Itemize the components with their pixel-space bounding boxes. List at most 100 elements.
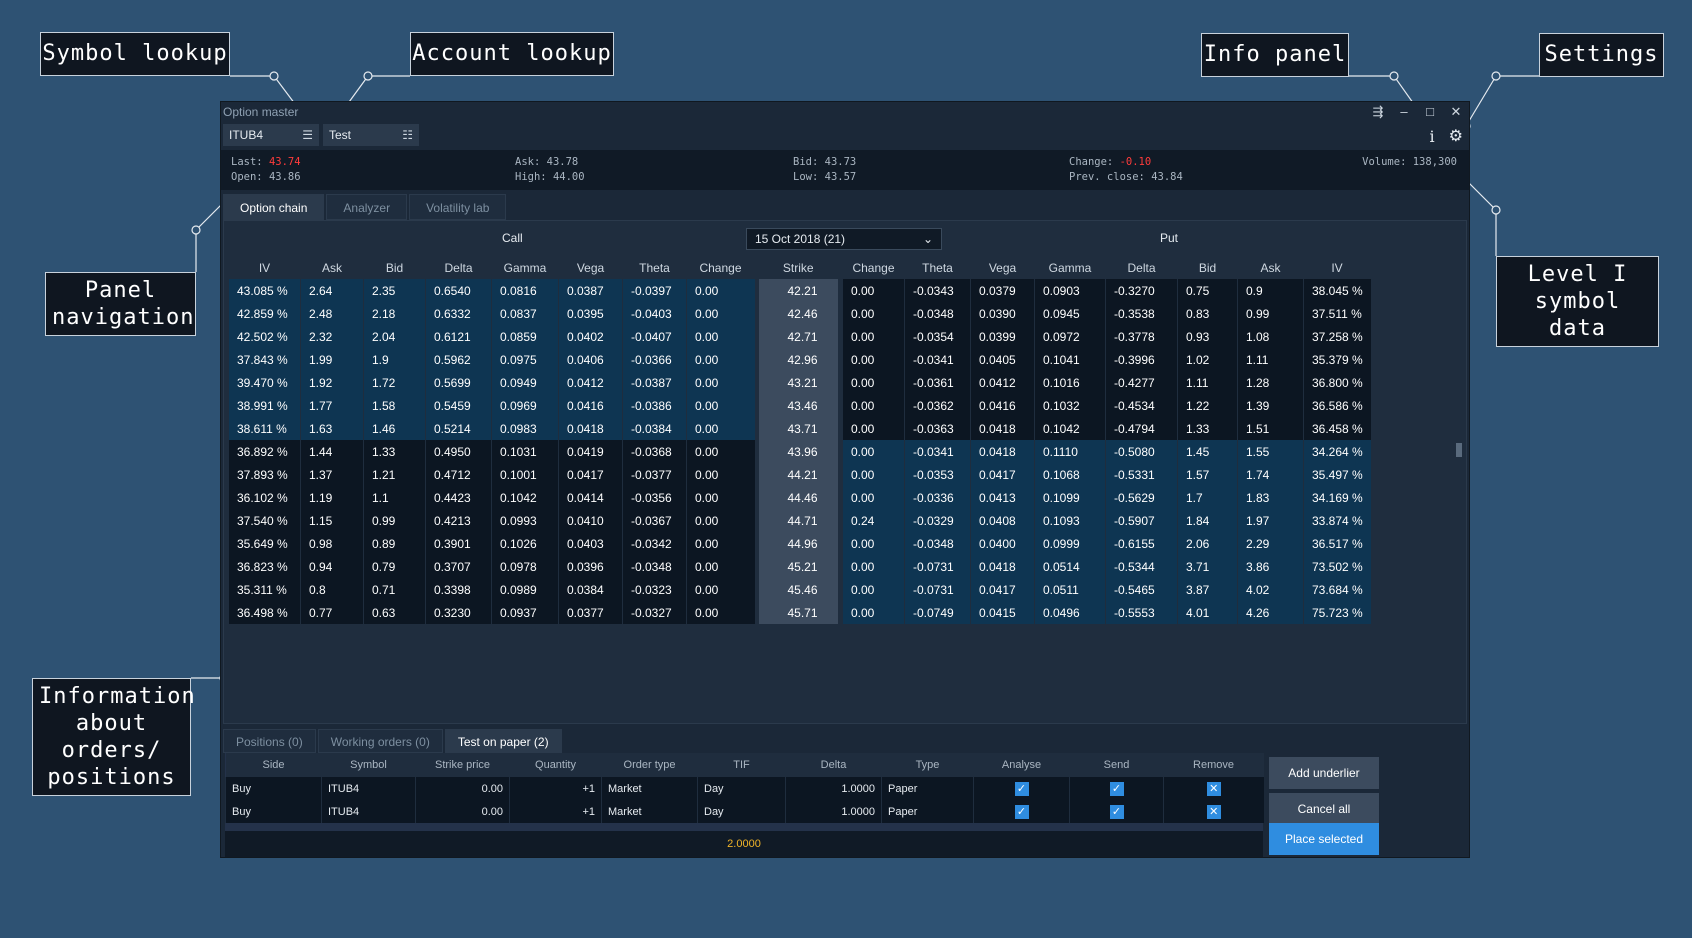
- call-cell[interactable]: 0.00: [686, 325, 755, 348]
- put-cell[interactable]: 0.0412: [970, 371, 1035, 394]
- put-cell[interactable]: 0.0415: [970, 601, 1035, 624]
- put-cell[interactable]: 0.00: [842, 371, 905, 394]
- place-selected-button[interactable]: Place selected: [1269, 823, 1379, 855]
- put-cell[interactable]: 0.0972: [1034, 325, 1106, 348]
- call-cell[interactable]: 0.00: [686, 532, 755, 555]
- put-cell[interactable]: -0.0348: [904, 532, 971, 555]
- call-row[interactable]: 39.470 % 1.92 1.72 0.5699 0.0949 0.0412 -0.038…: [228, 371, 755, 394]
- call-cell[interactable]: 1.9: [363, 348, 426, 371]
- put-cell[interactable]: -0.3996: [1105, 348, 1178, 371]
- put-row[interactable]: 0.00 -0.0348 0.0390 0.0945 -0.3538 0.83 0.99 37…: [842, 302, 1371, 325]
- put-cell[interactable]: 0.1016: [1034, 371, 1106, 394]
- put-cell[interactable]: 33.874 %: [1303, 509, 1371, 532]
- put-column-header[interactable]: Delta: [1105, 257, 1178, 279]
- call-cell[interactable]: 36.102 %: [228, 486, 301, 509]
- call-cell[interactable]: 0.00: [686, 601, 755, 624]
- put-cell[interactable]: -0.0354: [904, 325, 971, 348]
- tab-volatility-lab[interactable]: Volatility lab: [409, 194, 507, 220]
- call-cell[interactable]: 0.0414: [558, 486, 623, 509]
- put-cell[interactable]: 3.86: [1237, 555, 1304, 578]
- call-cell[interactable]: -0.0348: [622, 555, 687, 578]
- put-cell[interactable]: 0.00: [842, 394, 905, 417]
- put-cell[interactable]: 0.00: [842, 532, 905, 555]
- put-cell[interactable]: 0.75: [1177, 279, 1238, 302]
- maximize-icon[interactable]: □: [1423, 104, 1437, 120]
- put-cell[interactable]: -0.0731: [904, 555, 971, 578]
- strike-header[interactable]: Strike: [758, 257, 838, 279]
- put-cell[interactable]: 0.9: [1237, 279, 1304, 302]
- call-cell[interactable]: 0.0969: [491, 394, 559, 417]
- put-cell[interactable]: -0.0336: [904, 486, 971, 509]
- call-cell[interactable]: 0.5962: [425, 348, 492, 371]
- expiration-select[interactable]: 15 Oct 2018 (21) ⌄: [746, 228, 942, 250]
- put-cell[interactable]: 37.258 %: [1303, 325, 1371, 348]
- call-cell[interactable]: 0.3901: [425, 532, 492, 555]
- call-cell[interactable]: 0.3230: [425, 601, 492, 624]
- put-cell[interactable]: 36.586 %: [1303, 394, 1371, 417]
- call-row[interactable]: 43.085 % 2.64 2.35 0.6540 0.0816 0.0387 -0.039…: [228, 279, 755, 302]
- call-cell[interactable]: 1.37: [300, 463, 364, 486]
- call-cell[interactable]: 0.0419: [558, 440, 623, 463]
- call-cell[interactable]: 0.5459: [425, 394, 492, 417]
- put-cell[interactable]: 0.0903: [1034, 279, 1106, 302]
- put-row[interactable]: 0.00 -0.0341 0.0418 0.1110 -0.5080 1.45 1.55 34…: [842, 440, 1371, 463]
- put-row[interactable]: 0.00 -0.0341 0.0405 0.1041 -0.3996 1.02 1.11 35…: [842, 348, 1371, 371]
- put-column-header[interactable]: Bid: [1177, 257, 1238, 279]
- put-cell[interactable]: 0.0408: [970, 509, 1035, 532]
- call-cell[interactable]: 38.991 %: [228, 394, 301, 417]
- put-cell[interactable]: 0.0945: [1034, 302, 1106, 325]
- call-cell[interactable]: 0.1031: [491, 440, 559, 463]
- put-cell[interactable]: 36.458 %: [1303, 417, 1371, 440]
- put-cell[interactable]: 3.87: [1177, 578, 1238, 601]
- put-cell[interactable]: -0.0341: [904, 348, 971, 371]
- close-icon[interactable]: ✕: [1449, 104, 1463, 120]
- call-cell[interactable]: 0.71: [363, 578, 426, 601]
- put-cell[interactable]: 1.28: [1237, 371, 1304, 394]
- put-row[interactable]: 0.00 -0.0348 0.0400 0.0999 -0.6155 2.06 2.29 36…: [842, 532, 1371, 555]
- call-cell[interactable]: 0.0837: [491, 302, 559, 325]
- call-cell[interactable]: 0.1026: [491, 532, 559, 555]
- call-cell[interactable]: 1.33: [363, 440, 426, 463]
- put-row[interactable]: 0.24 -0.0329 0.0408 0.1093 -0.5907 1.84 1.97 33…: [842, 509, 1371, 532]
- call-cell[interactable]: 0.0412: [558, 371, 623, 394]
- call-cell[interactable]: -0.0407: [622, 325, 687, 348]
- put-cell[interactable]: 1.51: [1237, 417, 1304, 440]
- call-cell[interactable]: 0.94: [300, 555, 364, 578]
- put-column-header[interactable]: Theta: [904, 257, 971, 279]
- call-cell[interactable]: 0.00: [686, 555, 755, 578]
- tab-option-chain[interactable]: Option chain: [223, 194, 325, 220]
- analyse-checkbox[interactable]: ✓: [1014, 781, 1029, 796]
- call-row[interactable]: 35.649 % 0.98 0.89 0.3901 0.1026 0.0403 -0.034…: [228, 532, 755, 555]
- account-lookup[interactable]: Test ☷: [323, 124, 419, 146]
- call-row[interactable]: 35.311 % 0.8 0.71 0.3398 0.0989 0.0384 -0.0323…: [228, 578, 755, 601]
- put-cell[interactable]: 4.01: [1177, 601, 1238, 624]
- call-cell[interactable]: 36.892 %: [228, 440, 301, 463]
- put-cell[interactable]: 73.684 %: [1303, 578, 1371, 601]
- call-cell[interactable]: 1.15: [300, 509, 364, 532]
- orders-column-header[interactable]: Send: [1069, 753, 1164, 777]
- put-cell[interactable]: -0.0329: [904, 509, 971, 532]
- call-column-header[interactable]: Ask: [300, 257, 364, 279]
- put-column-header[interactable]: Vega: [970, 257, 1035, 279]
- put-cell[interactable]: -0.4534: [1105, 394, 1178, 417]
- put-cell[interactable]: -0.0731: [904, 578, 971, 601]
- call-cell[interactable]: 1.92: [300, 371, 364, 394]
- call-cell[interactable]: 0.89: [363, 532, 426, 555]
- put-cell[interactable]: 1.84: [1177, 509, 1238, 532]
- list-icon[interactable]: ☰: [302, 128, 313, 142]
- call-cell[interactable]: 35.311 %: [228, 578, 301, 601]
- call-column-header[interactable]: Change: [686, 257, 755, 279]
- put-cell[interactable]: 36.800 %: [1303, 371, 1371, 394]
- put-cell[interactable]: -0.5080: [1105, 440, 1178, 463]
- order-row[interactable]: Buy ITUB4 0.00 +1 Market Day 1.0000 Paper ✓ ✓ ✕: [225, 777, 1264, 800]
- put-cell[interactable]: 0.99: [1237, 302, 1304, 325]
- call-cell[interactable]: 1.21: [363, 463, 426, 486]
- call-cell[interactable]: 2.32: [300, 325, 364, 348]
- orders-column-header[interactable]: Type: [881, 753, 974, 777]
- put-cell[interactable]: 0.0418: [970, 417, 1035, 440]
- call-cell[interactable]: 0.0416: [558, 394, 623, 417]
- call-cell[interactable]: -0.0403: [622, 302, 687, 325]
- call-cell[interactable]: -0.0342: [622, 532, 687, 555]
- call-cell[interactable]: 35.649 %: [228, 532, 301, 555]
- orders-column-header[interactable]: Quantity: [509, 753, 602, 777]
